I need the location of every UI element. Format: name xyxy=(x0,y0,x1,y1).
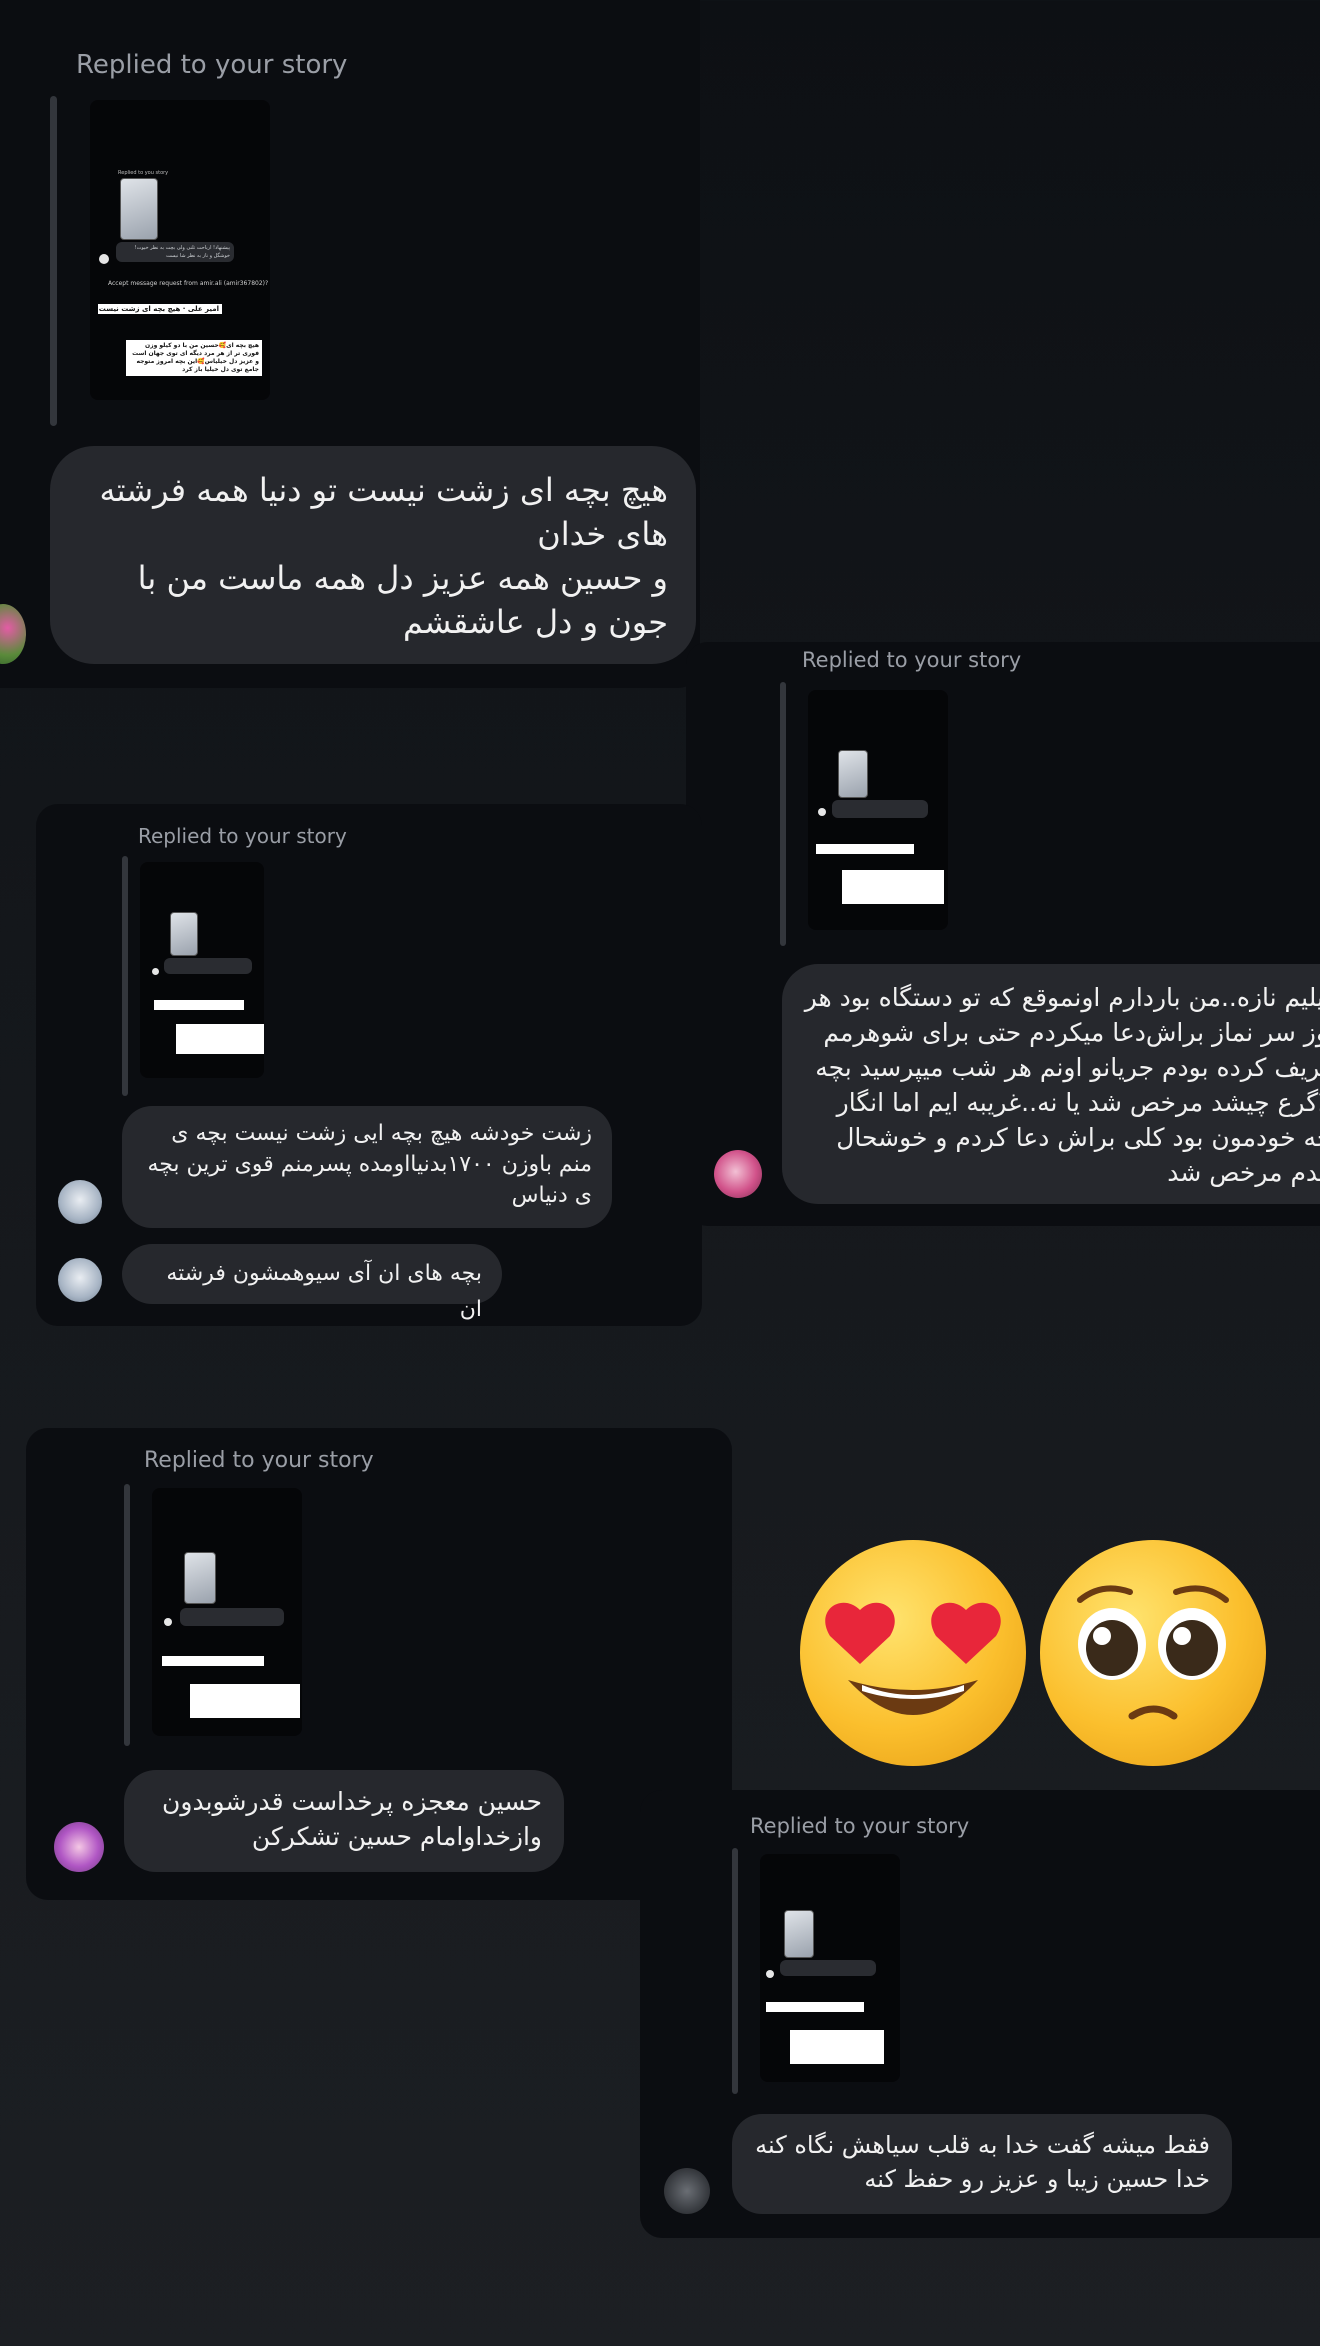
replied-label: Replied to your story xyxy=(144,1448,374,1473)
mini-reply-bubble xyxy=(164,958,252,974)
sender-avatar[interactable] xyxy=(54,1822,104,1872)
message-bubble: بچه های ان آی سیوهمشون فرشته ان xyxy=(122,1244,502,1322)
reply-rail xyxy=(50,96,57,426)
reply-rail xyxy=(732,1848,738,2094)
message-bubble: حسین معجزه پرخداست قدرشوبدون وازخداوامام… xyxy=(124,1770,564,1872)
mini-quote xyxy=(162,1656,264,1666)
mini-note xyxy=(190,1684,300,1718)
pleading-face-emoji xyxy=(1040,1540,1266,1766)
mini-avatar-dot xyxy=(164,1618,172,1626)
story-thumbnail[interactable] xyxy=(808,690,948,930)
mini-baby-photo xyxy=(184,1552,216,1604)
message-bubble: فقط میشه گفت خدا به قلب سیاهش نگاه کنه خ… xyxy=(732,2114,1232,2214)
message-bubble: هیچ بچه ای زشت نیست تو دنیا همه فرشته ها… xyxy=(50,446,696,664)
heart-eyes-icon xyxy=(825,1602,1001,1715)
mini-note: هیچ بچه ای🥰حسین من با دو کیلو وزن فوری ت… xyxy=(126,340,262,376)
mini-avatar-dot xyxy=(152,968,159,975)
reply-rail xyxy=(780,682,786,946)
story-thumbnail[interactable] xyxy=(140,862,264,1078)
mini-reply-bubble xyxy=(780,1960,876,1976)
mini-baby-photo xyxy=(120,178,158,240)
mini-note xyxy=(842,870,944,904)
mini-quote xyxy=(766,2002,864,2012)
mini-quote xyxy=(154,1000,244,1010)
reply-rail xyxy=(124,1484,130,1746)
mini-avatar-dot xyxy=(818,808,826,816)
replied-label: Replied to your story xyxy=(750,1814,970,1838)
mini-baby-photo xyxy=(784,1910,814,1958)
mini-reply-bubble xyxy=(832,800,928,818)
mini-avatar-dot xyxy=(99,254,109,264)
mini-note xyxy=(176,1024,264,1054)
reply-card-3: Replied to your story زشت خودشه هیچ بچه … xyxy=(36,804,702,1326)
sender-avatar[interactable] xyxy=(664,2168,710,2214)
sender-avatar[interactable] xyxy=(714,1150,762,1198)
replied-label: Replied to your story xyxy=(138,824,347,848)
mini-reply-bubble: پیشنهاد! ارباحت تلنی ولی بچت به نظر خیوت… xyxy=(116,242,234,262)
mini-quote: امیر علی · هیچ بچه ای زشت نیست xyxy=(98,304,222,314)
mini-baby-photo xyxy=(838,750,868,798)
reply-card-4: Replied to your story حسین معجزه پرخداست… xyxy=(26,1428,732,1900)
heart-eyes-emoji xyxy=(800,1540,1026,1766)
reply-card-2: Replied to your story خیلیم نازه..من بار… xyxy=(686,642,1320,1226)
mini-note xyxy=(790,2030,884,2064)
sender-avatar[interactable] xyxy=(58,1180,102,1224)
mini-reply-bubble xyxy=(180,1608,284,1626)
story-thumbnail[interactable] xyxy=(152,1488,302,1736)
sender-avatar[interactable] xyxy=(58,1258,102,1302)
mini-quote xyxy=(816,844,914,854)
reply-rail xyxy=(122,856,128,1096)
mini-title: Replied to you story xyxy=(118,170,169,176)
story-thumbnail[interactable] xyxy=(760,1854,900,2082)
reply-card-5: Replied to your story فقط میشه گفت خدا ب… xyxy=(640,1790,1320,2238)
story-thumbnail[interactable]: Replied to you story پیشنهاد! ارباحت تلن… xyxy=(90,100,270,400)
mini-accept-text: Accept message request from amir.ali (am… xyxy=(108,280,269,287)
replied-label: Replied to your story xyxy=(76,50,348,80)
mini-avatar-dot xyxy=(766,1970,774,1978)
message-bubble: زشت خودشه هیچ بچه ایی زشت نیست بچه ی منم… xyxy=(122,1106,612,1228)
replied-label: Replied to your story xyxy=(802,648,1022,672)
mini-baby-photo xyxy=(170,912,198,956)
pleading-face-icon xyxy=(1077,1585,1229,1720)
reply-card-1: Replied to your story Replied to you sto… xyxy=(0,0,700,688)
message-bubble: خیلیم نازه..من باردارم اونموقع که تو دست… xyxy=(782,964,1320,1204)
